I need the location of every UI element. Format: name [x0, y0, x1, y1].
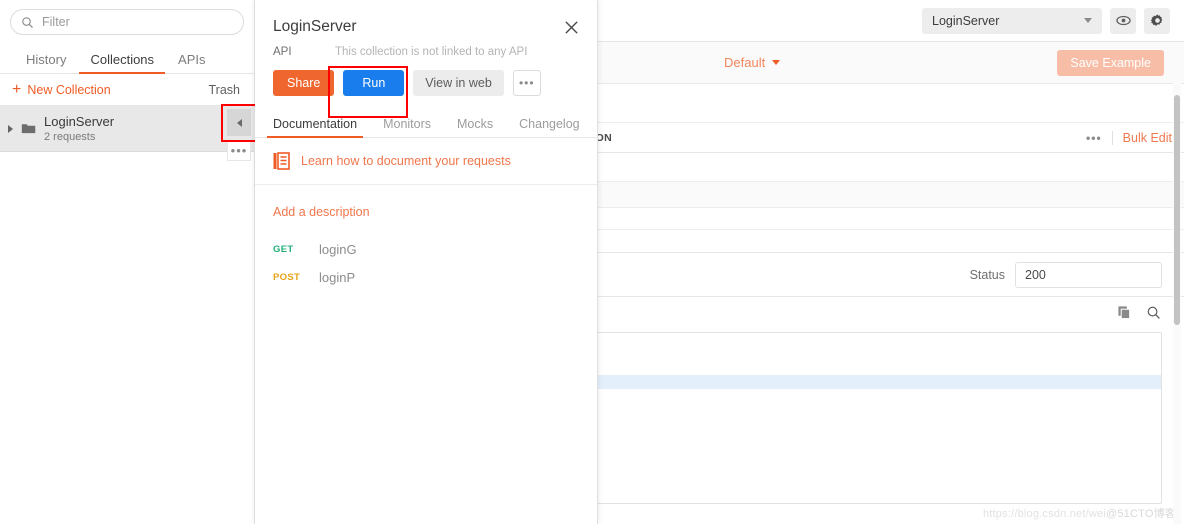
sidebar-tabs: History Collections APIs — [0, 43, 254, 74]
new-collection-button[interactable]: + New Collection — [12, 80, 111, 98]
search-input[interactable]: Filter — [10, 9, 244, 35]
watermark-url: https://blog.csdn.net/wei — [982, 508, 1106, 520]
book-icon — [273, 152, 290, 170]
example-dropdown[interactable]: Default — [724, 55, 781, 70]
collapse-sidebar-button[interactable] — [227, 109, 251, 136]
copy-button[interactable] — [1117, 305, 1132, 320]
filter-area: Filter — [0, 0, 254, 35]
tab-apis[interactable]: APIs — [166, 53, 217, 73]
learn-documentation-link[interactable]: Learn how to document your requests — [301, 154, 511, 168]
collection-actions-row: + New Collection Trash — [0, 74, 254, 106]
panel-more-button[interactable]: ••• — [512, 70, 541, 96]
tab-collections[interactable]: Collections — [78, 53, 166, 74]
panel-tabs: Documentation Monitors Mocks Changelog — [255, 111, 597, 138]
caret-down-icon — [772, 60, 781, 65]
request-method: POST — [273, 271, 301, 283]
collection-detail-panel: LoginServer API This collection is not l… — [255, 0, 598, 524]
chevron-down-icon — [1084, 18, 1092, 23]
close-icon — [565, 21, 578, 34]
page-title: LoginServer — [273, 18, 357, 35]
request-name: loginP — [319, 269, 356, 285]
new-collection-label: New Collection — [27, 82, 111, 97]
tab-documentation[interactable]: Documentation — [266, 117, 370, 138]
tab-monitors[interactable]: Monitors — [383, 117, 444, 138]
view-in-web-button[interactable]: View in web — [413, 70, 504, 96]
copy-icon — [1118, 306, 1131, 320]
search-input-placeholder: Filter — [42, 15, 70, 29]
request-name: loginG — [319, 241, 357, 257]
list-item[interactable]: POST loginP — [273, 263, 579, 291]
bulk-edit-button[interactable]: Bulk Edit — [1123, 131, 1172, 145]
api-link-row: API This collection is not linked to any… — [255, 37, 597, 58]
run-button[interactable]: Run — [343, 70, 405, 96]
add-description-link[interactable]: Add a description — [255, 185, 597, 219]
collection-text: LoginServer 2 requests — [44, 114, 114, 143]
sidebar: Filter History Collections APIs + New Co… — [0, 0, 257, 524]
save-example-button[interactable]: Save Example — [1057, 49, 1164, 76]
environment-quick-look-button[interactable] — [1110, 7, 1136, 34]
watermark-cn: @51CTO博客 — [1105, 508, 1176, 520]
plus-icon: + — [12, 80, 22, 98]
folder-icon — [21, 124, 36, 134]
gear-icon — [1150, 14, 1162, 26]
panel-actions: Share Run View in web ••• — [255, 58, 597, 96]
close-button[interactable] — [562, 18, 581, 37]
search-icon — [1147, 306, 1160, 319]
environment-select[interactable]: LoginServer — [922, 7, 1102, 34]
search-response-button[interactable] — [1146, 305, 1161, 320]
settings-button[interactable] — [1144, 7, 1170, 34]
eye-icon — [1115, 15, 1131, 26]
ellipsis-icon[interactable]: ••• — [1086, 131, 1102, 145]
ellipsis-icon: ••• — [230, 143, 248, 158]
tab-history[interactable]: History — [14, 53, 78, 73]
collection-more-button[interactable]: ••• — [227, 141, 251, 161]
status-label: Status — [969, 267, 1005, 282]
search-icon — [22, 16, 33, 28]
list-item[interactable]: LoginServer 2 requests — [0, 106, 254, 152]
trash-button[interactable]: Trash — [209, 83, 241, 97]
collection-name: LoginServer — [44, 114, 115, 129]
column-header-description: DESCRIPTION — [525, 122, 1082, 153]
request-method: GET — [273, 243, 294, 255]
panel-header: LoginServer — [255, 0, 597, 37]
scrollbar-thumb[interactable] — [1174, 95, 1180, 325]
request-list: GET loginG POST loginP — [255, 219, 597, 291]
api-label: API — [273, 46, 292, 58]
status-input-value: 200 — [1025, 267, 1046, 282]
vertical-scrollbar[interactable] — [1173, 43, 1181, 524]
list-item[interactable]: GET loginG — [273, 235, 579, 263]
tab-mocks[interactable]: Mocks — [457, 117, 506, 138]
collection-request-count: 2 requests — [44, 131, 96, 143]
divider — [1111, 130, 1113, 145]
status-input[interactable]: 200 — [1015, 261, 1162, 288]
share-button[interactable]: Share — [273, 70, 335, 96]
tab-changelog[interactable]: Changelog — [519, 117, 592, 138]
caret-left-icon — [236, 118, 242, 127]
params-table-tools: ••• Bulk Edit — [1082, 130, 1184, 145]
watermark: https://blog.csdn.net/wei@51CTO博客 — [983, 505, 1176, 521]
api-link-note: This collection is not linked to any API — [335, 46, 528, 58]
environment-select-value: LoginServer — [932, 13, 1000, 28]
learn-documentation-row[interactable]: Learn how to document your requests — [255, 138, 597, 185]
example-dropdown-label: Default — [724, 55, 766, 70]
cell-description[interactable]: Description — [525, 152, 1184, 182]
caret-right-icon[interactable] — [8, 124, 13, 133]
app-root: LoginServer Default Save Example ••• Bul… — [0, 0, 1184, 524]
